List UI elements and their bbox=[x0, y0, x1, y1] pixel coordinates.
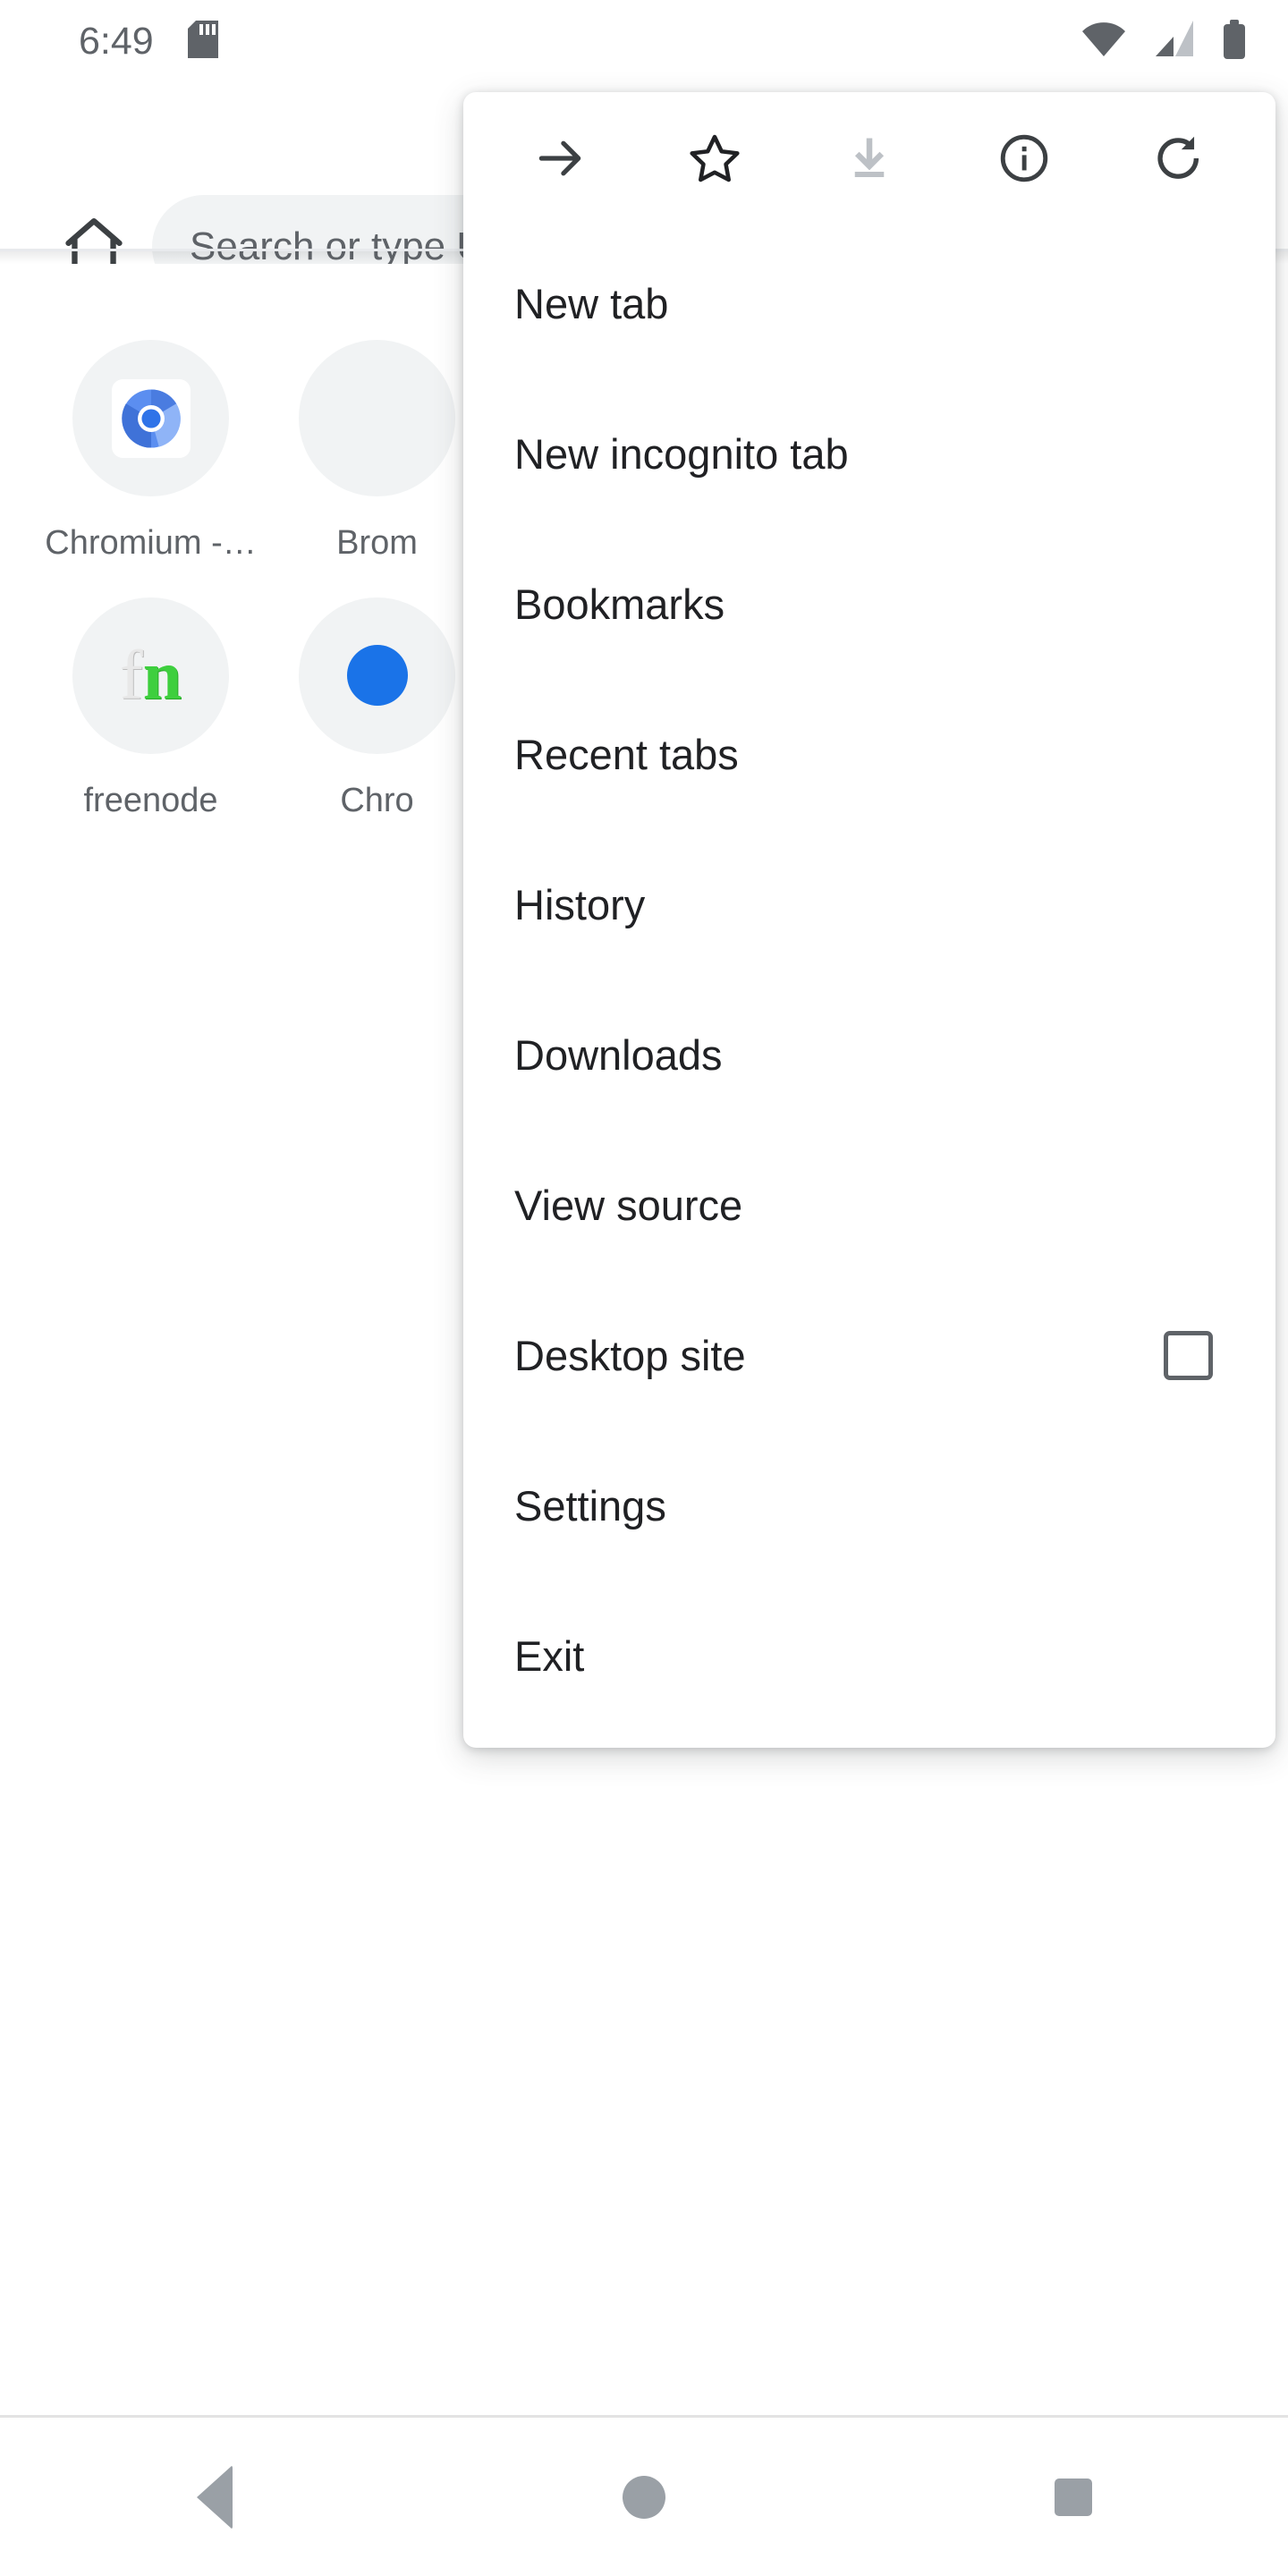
desktop-site-checkbox[interactable] bbox=[1164, 1331, 1213, 1380]
back-icon bbox=[197, 2465, 233, 2529]
menu-item-bookmarks[interactable]: Bookmarks bbox=[463, 529, 1275, 679]
chromium-icon bbox=[72, 340, 229, 496]
menu-item-label: Settings bbox=[514, 1485, 666, 1527]
status-bar-left: 6:49 bbox=[79, 21, 218, 63]
nav-recents-button[interactable] bbox=[859, 2479, 1288, 2516]
download-page-button[interactable] bbox=[812, 103, 927, 217]
status-bar-clock: 6:49 bbox=[79, 22, 154, 61]
menu-item-settings[interactable]: Settings bbox=[463, 1430, 1275, 1580]
menu-item-label: Bookmarks bbox=[514, 583, 724, 625]
shortcut-tile[interactable]: Chromium -… bbox=[38, 340, 264, 564]
recents-square-icon bbox=[1055, 2479, 1092, 2516]
shortcut-label: Chro bbox=[340, 782, 413, 821]
app-menu-popup: New tab New incognito tab Bookmarks Rece… bbox=[463, 92, 1275, 1748]
wifi-icon bbox=[1080, 21, 1127, 63]
menu-item-label: Desktop site bbox=[514, 1335, 746, 1377]
menu-item-new-tab[interactable]: New tab bbox=[463, 228, 1275, 378]
menu-item-exit[interactable]: Exit bbox=[463, 1580, 1275, 1731]
shortcut-tile[interactable]: Chro bbox=[264, 597, 490, 821]
page-info-button[interactable] bbox=[967, 103, 1081, 217]
cell-signal-icon bbox=[1154, 21, 1195, 63]
bookmark-button[interactable] bbox=[657, 103, 772, 217]
menu-item-label: History bbox=[514, 884, 645, 926]
reload-button[interactable] bbox=[1122, 103, 1236, 217]
status-bar-right bbox=[1080, 20, 1247, 64]
shortcut-label: Chromium -… bbox=[45, 524, 256, 564]
app-menu-items: New tab New incognito tab Bookmarks Rece… bbox=[463, 228, 1275, 1731]
menu-item-downloads[interactable]: Downloads bbox=[463, 979, 1275, 1130]
shortcut-label: Brom bbox=[336, 524, 418, 564]
shortcut-tile[interactable]: Brom bbox=[264, 340, 490, 564]
nav-back-button[interactable] bbox=[0, 2465, 429, 2529]
generic-site-icon bbox=[299, 340, 455, 496]
page-info-icon bbox=[996, 131, 1052, 191]
menu-item-label: Exit bbox=[514, 1635, 584, 1677]
shortcut-tile[interactable]: fn freenode bbox=[38, 597, 264, 821]
menu-item-history[interactable]: History bbox=[463, 829, 1275, 979]
reload-icon bbox=[1151, 131, 1207, 191]
sd-card-icon bbox=[188, 21, 218, 63]
nav-home-button[interactable] bbox=[429, 2476, 859, 2519]
forward-icon bbox=[532, 131, 588, 191]
bookmark-star-icon bbox=[686, 130, 743, 191]
menu-item-label: Downloads bbox=[514, 1034, 723, 1076]
shortcut-label: freenode bbox=[83, 782, 217, 821]
menu-item-label: New tab bbox=[514, 283, 668, 325]
menu-item-new-incognito-tab[interactable]: New incognito tab bbox=[463, 378, 1275, 529]
app-menu-icon-row bbox=[463, 92, 1275, 228]
menu-item-view-source[interactable]: View source bbox=[463, 1130, 1275, 1280]
menu-item-recent-tabs[interactable]: Recent tabs bbox=[463, 679, 1275, 829]
menu-item-desktop-site[interactable]: Desktop site bbox=[463, 1280, 1275, 1430]
phone-screen: 6:49 bbox=[0, 0, 1288, 2576]
android-nav-bar bbox=[0, 2418, 1288, 2576]
home-circle-icon bbox=[623, 2476, 665, 2519]
menu-item-label: Recent tabs bbox=[514, 733, 739, 775]
status-bar: 6:49 bbox=[0, 0, 1288, 82]
menu-item-label: New incognito tab bbox=[514, 433, 849, 475]
download-icon bbox=[843, 131, 896, 190]
battery-icon bbox=[1222, 20, 1247, 64]
freenode-icon: fn bbox=[72, 597, 229, 754]
forward-button[interactable] bbox=[503, 103, 617, 217]
menu-item-label: View source bbox=[514, 1184, 742, 1226]
chrome-blue-icon bbox=[299, 597, 455, 754]
